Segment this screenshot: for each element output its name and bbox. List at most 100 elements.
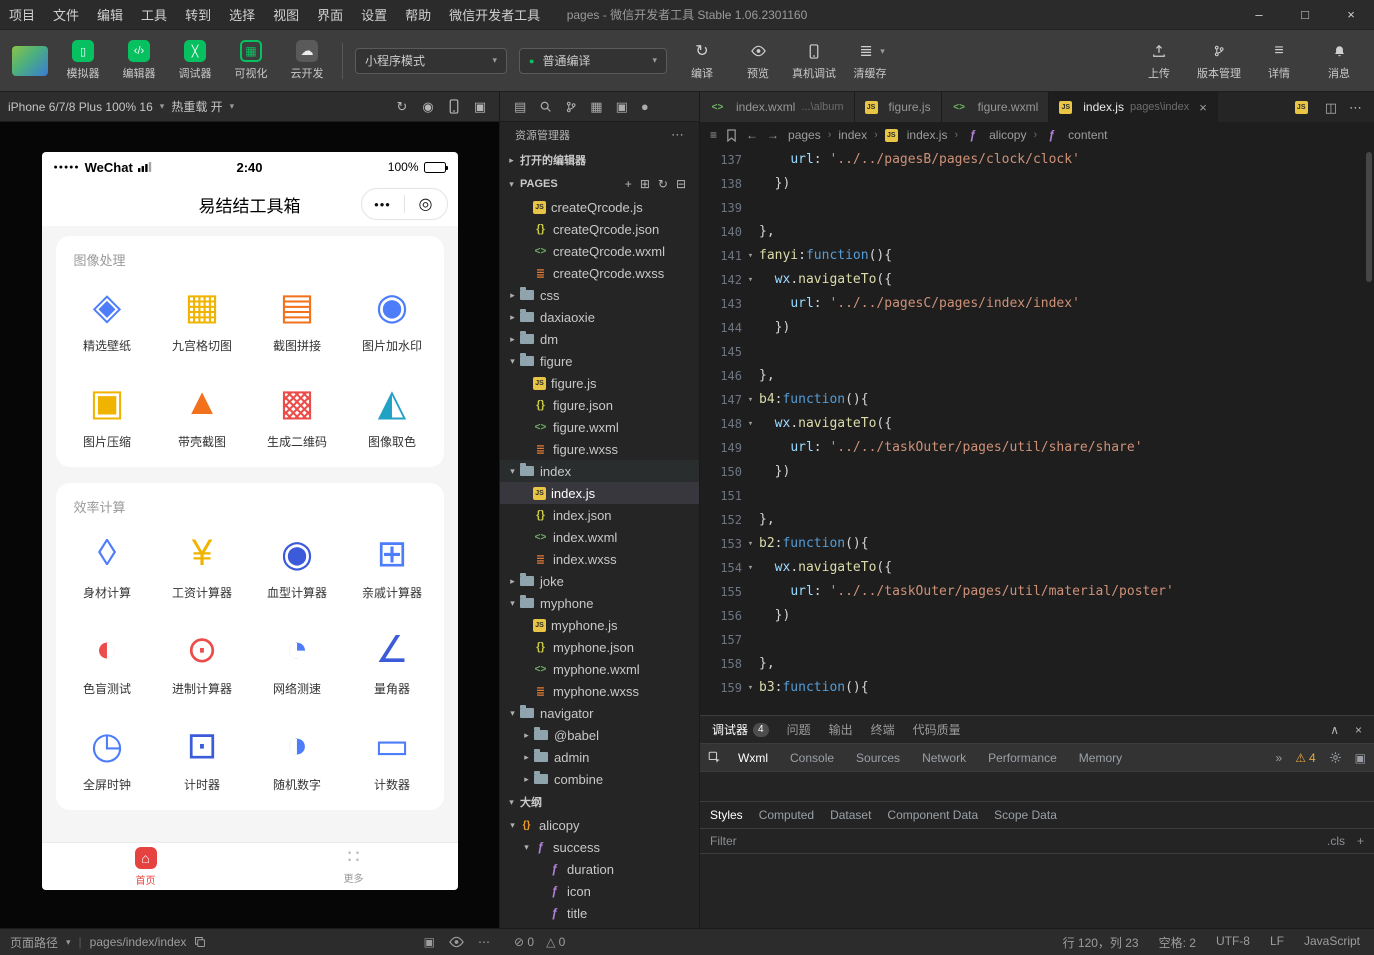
tree-item[interactable]: {}createQrcode.json [500,218,699,240]
vconsole-icon[interactable]: ▣ [424,936,435,948]
tree-item[interactable]: JScreateQrcode.js [500,196,699,218]
search-icon[interactable] [539,100,552,113]
panel-tab-终端[interactable]: 终端 [871,721,895,738]
panel-tab-问题[interactable]: 问题 [787,721,811,738]
styles-tab-Computed[interactable]: Computed [759,808,814,822]
code-editor[interactable]: 137 url: '../../pagesB/pages/clock/clock… [700,148,1374,715]
styles-tab-Component Data[interactable]: Component Data [887,808,978,822]
back-icon[interactable]: ← [746,129,758,141]
tool-item[interactable]: ▤截图拼接 [250,271,345,367]
menu-item[interactable]: 工具 [132,0,176,29]
code-line[interactable]: 137 url: '../../pagesB/pages/clock/clock… [700,148,1374,172]
add-class-button[interactable]: + [1357,834,1364,848]
maximize-button[interactable]: □ [1282,0,1328,29]
language-mode[interactable]: JavaScript [1304,934,1360,951]
menu-item[interactable]: 文件 [44,0,88,29]
toolbar-button[interactable]: 预览 [735,40,781,81]
copy-icon[interactable] [194,936,206,948]
menu-item[interactable]: 帮助 [396,0,440,29]
code-line[interactable]: 145 [700,340,1374,364]
tree-folder[interactable]: ▾myphone [500,592,699,614]
refresh-icon[interactable]: ↻ [658,178,668,190]
screenshot-icon[interactable]: ▣ [469,99,491,115]
tool-item[interactable]: ◉血型计算器 [250,518,345,614]
code-line[interactable]: 141▾fanyi:function(){ [700,244,1374,268]
breadcrumb-item[interactable]: ƒalicopy [965,128,1026,142]
breadcrumb-item[interactable]: ƒcontent [1044,128,1107,142]
problems-indicator[interactable]: ⊘ 0 △ 0 [500,935,579,949]
tool-item[interactable]: ⊡计时器 [155,710,250,806]
editor-scrollbar[interactable] [1364,148,1374,715]
toolbar-button[interactable]: ☁云开发 [284,40,330,81]
toolbar-button[interactable]: ╳调试器 [172,40,218,81]
code-line[interactable]: 144 }) [700,316,1374,340]
code-line[interactable]: 147▾b4:function(){ [700,388,1374,412]
tree-item[interactable]: ▾ƒsuccess [500,836,699,858]
tree-folder[interactable]: ▸joke [500,570,699,592]
code-line[interactable]: 151 [700,484,1374,508]
styles-tab-Dataset[interactable]: Dataset [830,808,871,822]
forward-icon[interactable]: → [767,129,779,141]
tree-item[interactable]: ƒtitle [500,902,699,924]
tree-item[interactable]: JSmyphone.js [500,614,699,636]
tool-item[interactable]: ⊞亲戚计算器 [345,518,440,614]
devtools-tab-Memory[interactable]: Memory [1070,751,1131,765]
new-file-icon[interactable]: + [625,178,632,190]
tree-item[interactable]: <>myphone.wxml [500,658,699,680]
mode-select[interactable]: 小程序模式 ▾ [355,48,507,74]
capsule-close-icon[interactable]: ◎ [405,194,447,214]
code-line[interactable]: 148▾ wx.navigateTo({ [700,412,1374,436]
tab-overflow-icon[interactable]: » [1276,752,1283,764]
code-line[interactable]: 159▾b3:function(){ [700,676,1374,700]
split-editor-icon[interactable]: ◫ [1325,101,1337,114]
toolbar-button[interactable]: 版本管理 [1196,40,1242,81]
menu-item[interactable]: 视图 [264,0,308,29]
tree-folder[interactable]: ▾index [500,460,699,482]
record-icon[interactable]: ◉ [417,99,439,115]
editor-tab-figure.wxml[interactable]: <>figure.wxml [942,92,1050,122]
more-dots-icon[interactable]: ••• [362,197,404,212]
tool-item[interactable]: ◔网络测速 [250,614,345,710]
breadcrumb-item[interactable]: pages [788,128,821,142]
pages-section[interactable]: ▾ PAGES +⊞↻⊟ [500,172,699,196]
tree-folder[interactable]: ▸dm [500,328,699,350]
code-line[interactable]: 157 [700,628,1374,652]
breadcrumb-item[interactable]: JSindex.js [885,128,948,142]
tool-item[interactable]: ◭图像取色 [345,367,440,463]
tree-item[interactable]: ▾{}alicopy [500,814,699,836]
tree-item[interactable]: ≣index.wxss [500,548,699,570]
menu-item[interactable]: 微信开发者工具 [440,0,549,29]
code-line[interactable]: 140}, [700,220,1374,244]
minimize-button[interactable]: – [1236,0,1282,29]
files-icon[interactable]: ▤ [514,100,526,113]
toolbar-button[interactable]: ‹/›编辑器 [116,40,162,81]
panel-tab-调试器[interactable]: 调试器4 [712,721,769,738]
gear-icon[interactable] [1329,751,1342,764]
tool-item[interactable]: ◊身材计算 [60,518,155,614]
code-line[interactable]: 154▾ wx.navigateTo({ [700,556,1374,580]
code-line[interactable]: 142▾ wx.navigateTo({ [700,268,1374,292]
code-line[interactable]: 143 url: '../../pagesC/pages/index/index… [700,292,1374,316]
npm-icon[interactable]: ● [641,100,649,113]
toolbar-button[interactable]: ▯模拟器 [60,40,106,81]
more-actions-icon[interactable]: ⋯ [1349,101,1362,114]
tree-item[interactable]: {}index.json [500,504,699,526]
menu-item[interactable]: 设置 [352,0,396,29]
menu-item[interactable]: 转到 [176,0,220,29]
tree-item[interactable]: ƒduration [500,858,699,880]
tool-item[interactable]: ◉图片加水印 [345,271,440,367]
tree-folder[interactable]: ▸daxiaoxie [500,306,699,328]
close-button[interactable]: × [1328,0,1374,29]
code-line[interactable]: 153▾b2:function(){ [700,532,1374,556]
code-line[interactable]: 156 }) [700,604,1374,628]
tree-item[interactable]: ≣figure.wxss [500,438,699,460]
tool-item[interactable]: ▣图片压缩 [60,367,155,463]
panel-tab-输出[interactable]: 输出 [829,721,853,738]
device-icon[interactable] [443,99,465,115]
toolbar-button[interactable]: 真机调试 [791,40,837,81]
wxml-tree-area[interactable] [700,771,1374,801]
tree-folder[interactable]: ▸admin [500,746,699,768]
tool-item[interactable]: ▲带壳截图 [155,367,250,463]
code-line[interactable]: 152}, [700,508,1374,532]
tool-item[interactable]: ⊙进制计算器 [155,614,250,710]
